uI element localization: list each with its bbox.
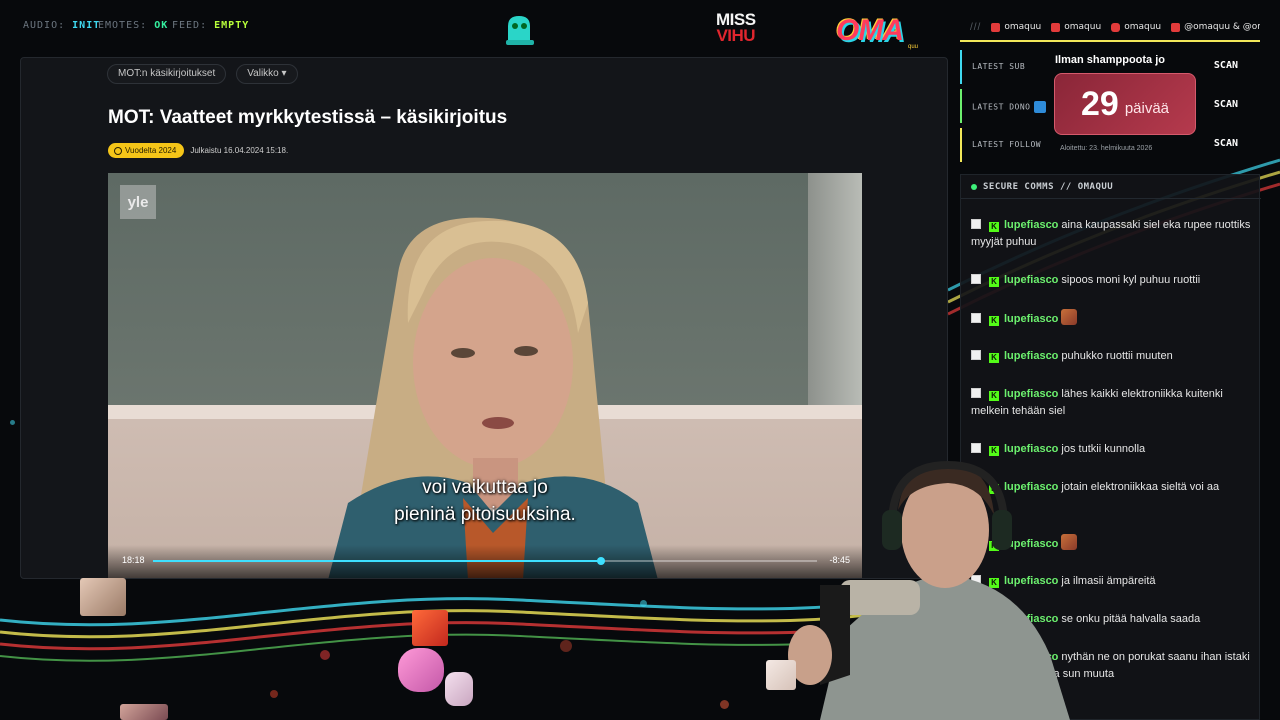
- chat-username[interactable]: lupefiasco: [1004, 313, 1058, 325]
- latest-value: SCAN: [1213, 99, 1238, 110]
- emote-pink-blob: [398, 648, 444, 692]
- chat-text: se onku pitää halvalla saada: [1061, 613, 1201, 625]
- stream-status-bar: AUDIO: INIT EMOTES: OK FEED: EMPTY MISS …: [0, 0, 960, 56]
- webcam-streamer: [788, 460, 1070, 720]
- article-title: MOT: Vaatteet myrkkytestissä – käsikirjo…: [108, 107, 508, 128]
- bokeh-light: [10, 420, 15, 425]
- chat-message: Klupefiasco: [971, 309, 1253, 328]
- chat-text: ja ilmasii ämpäreitä: [1061, 575, 1156, 587]
- social-links-bar: /// omaquu omaquu omaquu @omaquu & @oma: [960, 14, 1260, 42]
- chat-message: Klupefiasco lähes kaikki elektroniikka ku…: [971, 386, 1253, 420]
- miss-vihu-logo: MISS VIHU: [716, 10, 756, 45]
- kick-badge-icon: K: [989, 222, 999, 232]
- chat-emote: [1061, 309, 1078, 325]
- year-tag: Vuodelta 2024: [108, 143, 185, 158]
- seek-bar[interactable]: [153, 557, 817, 565]
- emote-face: [80, 578, 126, 616]
- counter-number: 29: [1080, 84, 1119, 123]
- emote-bunny: [445, 672, 473, 706]
- checkbox-icon: [971, 313, 981, 323]
- time-elapsed: 18:18: [122, 555, 145, 565]
- social-link-instagram[interactable]: omaquu: [1111, 22, 1161, 32]
- live-dot-icon: [971, 183, 977, 190]
- video-player[interactable]: yle voi vaikuttaa jo pieninä pitoisuuksi…: [108, 173, 862, 578]
- chat-header: SECURE COMMS // OMAQUU: [961, 175, 1261, 199]
- ghost-logo-icon: [500, 12, 538, 48]
- kick-badge-icon: K: [989, 277, 999, 287]
- article-meta: Vuodelta 2024 Julkaistu 16.04.2024 15:18…: [108, 143, 288, 158]
- instagram-icon: [1111, 22, 1121, 32]
- kick-badge-icon: K: [989, 316, 999, 326]
- emote-red-face: [412, 610, 448, 646]
- checkbox-icon: [971, 274, 981, 284]
- kick-badge-icon: K: [989, 353, 999, 363]
- seek-progress: [153, 560, 602, 562]
- chat-username[interactable]: lupefiasco: [1004, 350, 1058, 362]
- divider-slashes: ///: [970, 21, 982, 33]
- chat-text: sipoos moni kyl puhuu ruottii: [1061, 274, 1201, 286]
- chat-text: puhukko ruottii muuten: [1061, 350, 1173, 362]
- social-link-kick[interactable]: omaquu: [991, 22, 1041, 32]
- chat-text: jotain elektroniikkaa sieltä voi aa: [1061, 481, 1220, 493]
- social-link-twitch[interactable]: omaquu: [1051, 22, 1101, 32]
- checkbox-icon: [971, 388, 981, 398]
- chat-username[interactable]: lupefiasco: [1004, 219, 1058, 231]
- menu-dropdown[interactable]: Valikko ▾: [236, 64, 298, 84]
- seek-handle[interactable]: [597, 557, 606, 565]
- checkbox-icon: [971, 443, 981, 453]
- counter-start-date: Aloitettu: 23. helmikuuta 2026: [1060, 145, 1153, 152]
- breadcrumb: MOT:n käsikirjoitukset Valikko ▾: [107, 64, 298, 84]
- chat-message: Klupefiasco aina kaupassaki siel eka rupe…: [971, 217, 1253, 251]
- published-date: Julkaistu 16.04.2024 15:18.: [190, 146, 289, 155]
- chat-username[interactable]: lupefiasco: [1004, 274, 1058, 286]
- latest-label: LATEST DONO: [972, 101, 1047, 113]
- breadcrumb-link[interactable]: MOT:n käsikirjoitukset: [107, 64, 227, 84]
- chat-username[interactable]: lupefiasco: [1004, 388, 1058, 400]
- oma-logo: OMA quu: [836, 14, 918, 50]
- latest-value: SCAN: [1213, 60, 1238, 71]
- yle-logo: yle: [120, 185, 156, 219]
- arrow-up-icon: [1034, 101, 1047, 113]
- accent-bar: [960, 89, 962, 123]
- emote-card: [766, 660, 796, 690]
- counter-unit: päivää: [1124, 99, 1170, 117]
- chat-text: jos tutkii kunnolla: [1061, 443, 1146, 455]
- video-controls: 18:18 -8:45: [108, 545, 862, 578]
- emote-face-small: [120, 704, 168, 720]
- accent-bar: [960, 50, 962, 84]
- subtitle-line: voi vaikuttaa jo: [422, 477, 548, 498]
- kick-badge-icon: K: [989, 391, 999, 401]
- kick-icon: [991, 22, 1001, 32]
- day-counter: 29 päivää: [1054, 73, 1196, 135]
- latest-label: LATEST FOLLOW: [972, 140, 1042, 149]
- latest-label: LATEST SUB: [972, 62, 1026, 71]
- subtitle-line: pieninä pitoisuuksina.: [394, 504, 576, 525]
- checkbox-icon: [971, 350, 981, 360]
- social-link-youtube[interactable]: @omaquu & @oma: [1171, 22, 1260, 32]
- youtube-icon: [1171, 22, 1181, 32]
- status-feed: FEED: EMPTY: [172, 20, 250, 31]
- twitch-icon: [1051, 22, 1061, 32]
- latest-value: SCAN: [1213, 138, 1238, 149]
- accent-bar: [960, 128, 962, 162]
- status-audio: AUDIO: INIT: [23, 20, 101, 31]
- status-emotes: EMOTES: OK: [98, 20, 169, 31]
- chat-message: Klupefiasco puhukko ruottii muuten: [971, 348, 1253, 365]
- chat-message: Klupefiasco sipoos moni kyl puhuu ruottii: [971, 272, 1253, 289]
- clock-icon: [114, 146, 122, 155]
- counter-title: Ilman shamppoota jo: [1055, 54, 1166, 66]
- checkbox-icon: [971, 219, 981, 229]
- chat-username[interactable]: lupefiasco: [1004, 443, 1058, 455]
